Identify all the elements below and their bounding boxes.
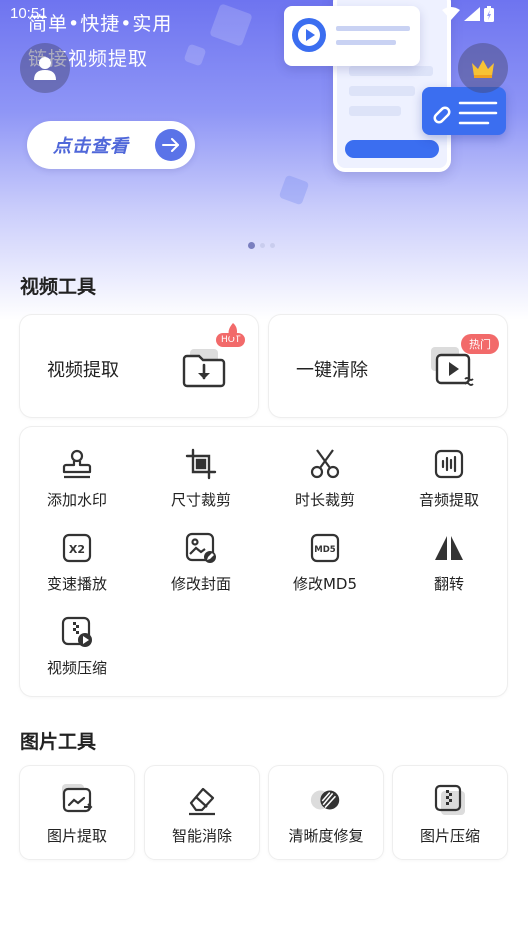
- one-click-clean-card[interactable]: 一键清除 热门: [269, 315, 507, 417]
- svg-text:MD5: MD5: [314, 545, 336, 555]
- image-compress-icon: [433, 783, 467, 817]
- tool-label: 变速播放: [46, 575, 107, 593]
- wifi-icon: [442, 7, 460, 20]
- carousel-indicator: [248, 242, 275, 249]
- tool-flip[interactable]: 翻转: [394, 531, 504, 601]
- tool-label: 添加水印: [46, 491, 107, 509]
- svg-text:X2: X2: [69, 543, 85, 556]
- audio-wave-icon: [432, 447, 466, 481]
- tool-label: 音频提取: [418, 491, 479, 509]
- decor-cube: [278, 174, 310, 206]
- signal-icon: [464, 7, 480, 21]
- cta-label: 点击查看: [53, 136, 129, 157]
- tool-edit-cover[interactable]: 修改封面: [146, 531, 256, 601]
- edit-cover-icon: [184, 531, 218, 565]
- user-avatar-button[interactable]: [20, 43, 70, 93]
- tool-label: 时长裁剪: [294, 491, 355, 509]
- tool-image-extract[interactable]: 图片提取: [20, 766, 134, 859]
- tool-label: 视频压缩: [46, 659, 107, 677]
- hot-badge-cn: 热门: [461, 334, 499, 354]
- tool-label: 修改MD5: [292, 575, 358, 593]
- user-icon: [34, 57, 56, 80]
- tool-label: 智能消除: [171, 827, 232, 845]
- crop-icon: [184, 447, 218, 481]
- banner-headline: 简单•快捷•实用: [28, 13, 173, 35]
- download-folder-icon: [182, 345, 228, 391]
- speed-x2-icon: X2: [60, 531, 94, 565]
- tool-label: 修改封面: [170, 575, 231, 593]
- tool-video-compress[interactable]: 视频压缩: [22, 615, 132, 685]
- battery-icon: [484, 6, 494, 22]
- tool-clarity-repair[interactable]: 清晰度修复: [269, 766, 383, 859]
- one-click-clean-label: 一键清除: [296, 360, 368, 381]
- clarity-icon: [309, 783, 343, 817]
- tool-label: 图片提取: [46, 827, 107, 845]
- eraser-icon: [185, 783, 219, 817]
- video-tools-grid: 添加水印 尺寸裁剪 时长裁剪 音频提取 X2 变速播放 修改封面 MD5 修改M…: [20, 427, 507, 696]
- tool-smart-erase[interactable]: 智能消除: [145, 766, 259, 859]
- view-now-button[interactable]: 点击查看: [27, 121, 195, 169]
- carousel-dot-active: [248, 242, 255, 249]
- flip-icon: [432, 531, 466, 565]
- scissors-icon: [308, 447, 342, 481]
- vip-crown-button[interactable]: [458, 43, 508, 93]
- image-tools-title: 图片工具: [20, 731, 97, 753]
- image-extract-icon: [60, 783, 94, 817]
- tool-add-watermark[interactable]: 添加水印: [22, 447, 132, 517]
- tool-audio-extract[interactable]: 音频提取: [394, 447, 504, 517]
- tool-label: 翻转: [433, 575, 464, 593]
- md5-icon: MD5: [308, 531, 342, 565]
- decor-cube: [183, 43, 207, 67]
- tool-label: 清晰度修复: [288, 827, 364, 845]
- tool-edit-md5[interactable]: MD5 修改MD5: [270, 531, 380, 601]
- carousel-dot: [260, 243, 265, 248]
- arrow-right-icon: [155, 129, 187, 161]
- tool-duration-cut[interactable]: 时长裁剪: [270, 447, 380, 517]
- video-compress-icon: [60, 615, 94, 649]
- carousel-dot: [270, 243, 275, 248]
- illustration-link-card: [422, 87, 506, 135]
- crown-icon: [472, 60, 494, 78]
- tool-image-compress[interactable]: 图片压缩: [393, 766, 507, 859]
- tool-size-crop[interactable]: 尺寸裁剪: [146, 447, 256, 517]
- stamp-icon: [60, 447, 94, 481]
- video-tools-title: 视频工具: [20, 276, 97, 298]
- tool-speed-play[interactable]: X2 变速播放: [22, 531, 132, 601]
- video-extract-label: 视频提取: [47, 360, 119, 381]
- tool-label: 尺寸裁剪: [170, 491, 231, 509]
- video-extract-card[interactable]: 视频提取 HOT: [20, 315, 258, 417]
- flame-icon: [228, 323, 237, 337]
- tool-label: 图片压缩: [419, 827, 480, 845]
